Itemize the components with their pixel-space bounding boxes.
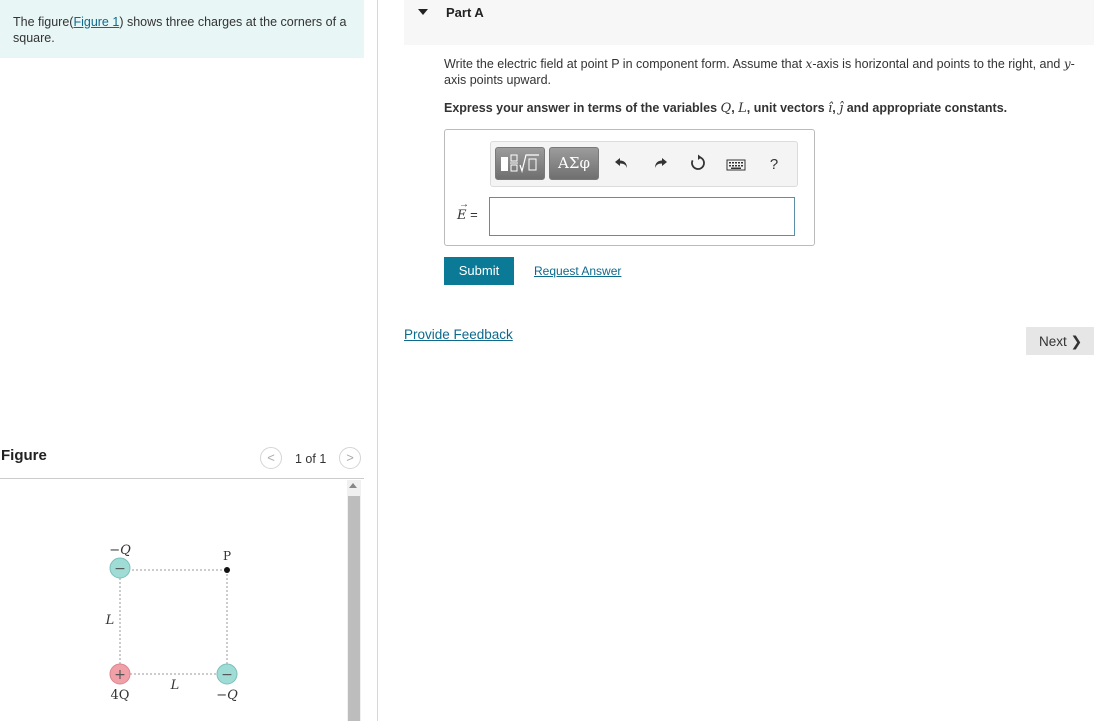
figure-scrollbar[interactable]	[347, 480, 361, 721]
bottom-right-charge-label: −Q	[216, 688, 238, 703]
next-button[interactable]: Next ❯	[1026, 327, 1094, 355]
reset-icon[interactable]	[687, 154, 709, 176]
point-p	[224, 567, 230, 573]
redo-icon[interactable]	[649, 154, 671, 176]
problem-intro: The figure(Figure 1) shows three charges…	[0, 0, 364, 58]
figure-title: Figure	[1, 447, 47, 464]
figure-link[interactable]: Figure 1	[73, 15, 119, 29]
part-title: Part A	[446, 5, 484, 20]
scrollbar-thumb[interactable]	[348, 496, 360, 721]
charge-diagram: −Q − P L + 4Q L − −Q	[105, 543, 238, 703]
next-label: Next	[1039, 334, 1067, 349]
answer-label: E → =	[457, 199, 478, 223]
keyboard-icon[interactable]	[725, 154, 747, 176]
instruction-part: , unit vectors	[746, 101, 829, 115]
bottom-left-charge-label: 4Q	[111, 688, 130, 703]
answer-var-e: E	[457, 208, 467, 223]
figure-header: Figure < 1 of 1 >	[0, 446, 364, 478]
submit-button[interactable]: Submit	[444, 257, 514, 285]
top-left-charge-label: −Q	[109, 543, 131, 558]
answer-instruction: Express your answer in terms of the vari…	[444, 101, 1094, 116]
help-button[interactable]: ?	[763, 154, 785, 176]
collapse-caret-icon[interactable]	[418, 9, 428, 15]
question-part: Write the electric field at point P in c…	[444, 57, 806, 71]
math-templates-button[interactable]	[495, 147, 545, 180]
point-p-label: P	[223, 549, 231, 563]
intro-prefix: The figure(	[13, 15, 74, 29]
scroll-up-arrow-icon[interactable]	[349, 483, 357, 488]
greek-symbols-button[interactable]: ΑΣφ	[549, 147, 599, 180]
math-toolbar: ΑΣφ ?	[490, 141, 798, 187]
figure-header-divider	[0, 478, 364, 479]
template-radical-icon	[501, 154, 539, 174]
provide-feedback-link[interactable]: Provide Feedback	[404, 327, 513, 342]
part-a-header[interactable]: Part A	[404, 0, 1094, 45]
panel-divider	[377, 0, 378, 721]
figure-prev-button[interactable]: <	[260, 447, 282, 469]
answer-box: ΑΣφ ? E → =	[444, 129, 815, 246]
bottom-left-charge-sign: +	[114, 667, 126, 683]
top-left-charge-sign: −	[114, 561, 126, 577]
instruction-part: Express your answer in terms of the vari…	[444, 101, 721, 115]
figure-count: 1 of 1	[295, 452, 327, 466]
var-l: L	[738, 101, 747, 116]
answer-input[interactable]	[489, 197, 795, 236]
instruction-part: and appropriate constants.	[843, 101, 1008, 115]
request-answer-link[interactable]: Request Answer	[534, 264, 621, 278]
question-text: Write the electric field at point P in c…	[444, 56, 1094, 88]
chevron-right-icon: ❯	[1070, 333, 1083, 349]
question-part: -axis is horizontal and points to the ri…	[812, 57, 1064, 71]
left-side-length-label: L	[105, 613, 115, 628]
var-q: Q	[720, 101, 732, 116]
vector-arrow-icon: →	[459, 199, 469, 210]
page: The figure(Figure 1) shows three charges…	[0, 0, 1109, 721]
bottom-side-length-label: L	[170, 678, 180, 693]
bottom-right-charge-sign: −	[221, 667, 233, 683]
undo-icon[interactable]	[611, 154, 633, 176]
figure-next-button[interactable]: >	[339, 447, 361, 469]
axis-y-var: y	[1063, 57, 1071, 71]
